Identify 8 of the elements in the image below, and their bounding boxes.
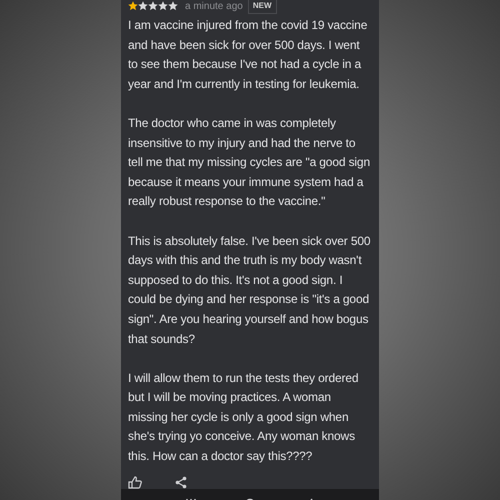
new-badge: NEW — [248, 0, 276, 14]
review-paragraph: I am vaccine injured from the covid 19 vaccine and have been sick for over 500 days. I went to see them because I've not had a cycle in a year and I'm currently in testing for leukemia. — [128, 17, 368, 93]
review-paragraph: The doctor who came in was completely insensitive to my injury and had the nerve to tell me that my missing cycles are "a good sign because it means your immune system had a really robust response to the vaccine." — [128, 114, 371, 210]
thumbs-up-icon[interactable] — [128, 476, 142, 490]
share-icon[interactable] — [175, 476, 187, 490]
review-paragraph: This is absolutely false. I've been sick over 500 days with this and the truth is my body wasn't supposed to do this. It's not a good sign. I could be dying and her response is "it's a good sign". Are you hearing yourself and how bogus that sounds? — [128, 232, 372, 348]
review-paragraph: I will allow them to run the tests they ordered but I will be moving practices. A woman missing her cycle is only a good sign when she's trying yo conceive. Any woman knows this. How can a doctor say this???? — [128, 370, 360, 466]
review-time: a minute ago — [185, 0, 243, 14]
